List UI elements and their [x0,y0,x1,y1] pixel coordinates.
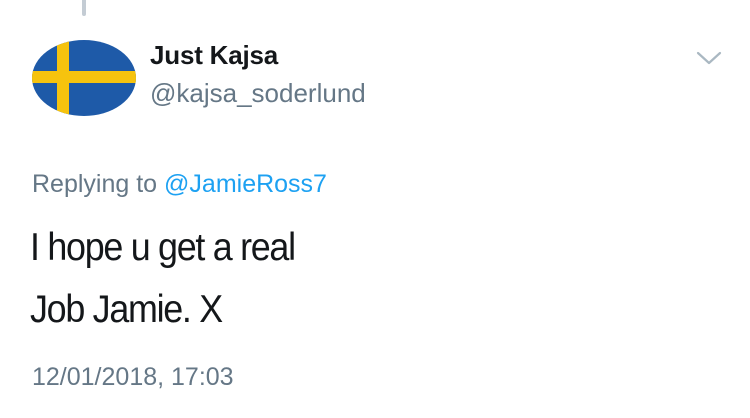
tweet-text: I hope u get a real Job Jamie. X [30,217,637,341]
thread-connector-line [82,0,86,16]
author-handle[interactable]: @kajsa_soderlund [150,78,366,109]
tweet-text-line: I hope u get a real [30,226,296,269]
replying-to-line: Replying to @JamieRoss7 [32,170,327,199]
tweet-text-line: Job Jamie. X [30,288,223,331]
avatar[interactable] [32,40,136,116]
author-display-name[interactable]: Just Kajsa [150,40,278,71]
sweden-flag-icon [32,40,136,116]
chevron-down-icon[interactable] [695,48,723,68]
tweet-timestamp[interactable]: 12/01/2018, 17:03 [32,363,234,392]
replying-to-label: Replying to [32,170,158,198]
reply-mention-link[interactable]: @JamieRoss7 [164,170,327,198]
